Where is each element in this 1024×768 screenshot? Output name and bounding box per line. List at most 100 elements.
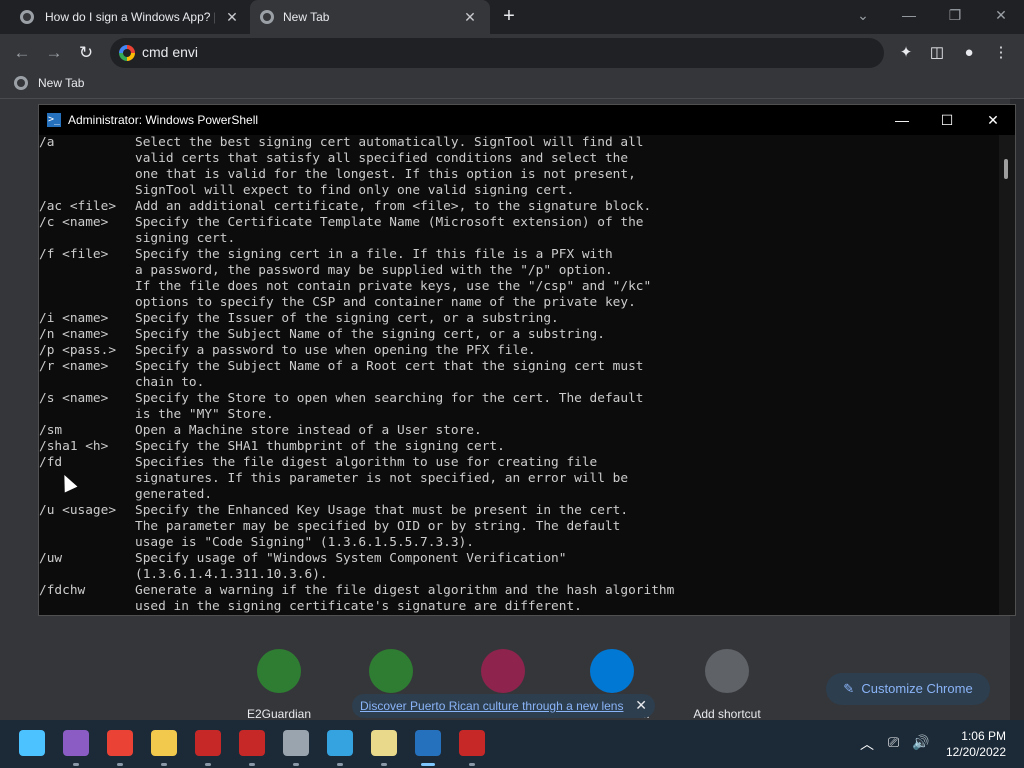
running-indicator [205,763,211,766]
console-line: a password, the password may be supplied… [39,263,999,279]
option-description: Specify the Issuer of the signing cert, … [135,311,559,326]
close-button[interactable]: ✕ [978,109,1008,131]
back-arrow-icon[interactable]: ← [10,42,34,64]
console-line: /sm Open a Machine store instead of a Use… [39,423,999,439]
running-indicator [421,763,435,766]
minimize-button[interactable]: — [893,4,925,26]
option-flag: /f <file> [39,247,109,262]
bookmark-new-tab[interactable]: New Tab [14,76,84,90]
option-description: a password, the password may be supplied… [135,263,613,278]
console-line: used in the signing certificate's signat… [39,599,999,615]
console-line: /ac <file> Add an additional certificate,… [39,199,999,215]
option-flag: /r <name> [39,359,109,374]
close-icon[interactable]: ✕ [635,697,647,714]
running-indicator [293,763,299,766]
console-line: SignTool will expect to find only one va… [39,183,999,199]
discover-link[interactable]: Discover Puerto Rican culture through a … [360,699,623,713]
discover-chip: Discover Puerto Rican culture through a … [352,694,655,718]
clock-date: 12/20/2022 [945,745,1006,759]
option-description: valid certs that satisfy all specified c… [135,151,629,166]
option-description: If the file does not contain private key… [135,279,652,294]
close-tab-icon[interactable]: ✕ [462,9,478,25]
running-indicator [117,763,123,766]
toolbox-app-3-icon[interactable] [459,730,485,756]
notepad-app-icon[interactable] [63,730,89,756]
taskbar: ︿ ⎚ 🔊 1:06 PM 12/20/2022 [0,720,1024,768]
console-line: /uw Specify usage of "Windows System Comp… [39,551,999,567]
volume-icon[interactable]: 🔊 [912,734,929,751]
profile-avatar-icon[interactable]: ● [958,42,980,64]
running-indicator [381,763,387,766]
console-scrollbar[interactable] [999,135,1015,615]
side-panel-icon[interactable]: ◫ [926,42,948,64]
shortcut-tile[interactable]: E2Guardian [224,649,334,721]
tab-how-to-sign[interactable]: How do I sign a Windows App? | ✕ [8,0,246,34]
option-description: Select the best signing cert automatical… [135,135,644,150]
option-description: usage is "Code Signing" (1.3.6.1.5.5.7.3… [135,535,474,550]
option-description: used in the signing certificate's signat… [135,599,582,614]
forward-arrow-icon[interactable]: → [42,42,66,64]
powershell-titlebar[interactable]: >_ Administrator: Windows PowerShell — ☐… [39,105,1015,135]
chevron-up-icon[interactable]: ︿ [860,734,874,754]
tab-new-tab[interactable]: New Tab ✕ [250,0,490,34]
start-icon[interactable] [19,730,45,756]
close-tab-icon[interactable]: ✕ [224,9,240,25]
console-line: /c <name> Specify the Certificate Templat… [39,215,999,231]
console-line: If the file does not contain private key… [39,279,999,295]
option-flag: /c <name> [39,215,109,230]
option-description: one that is valid for the longest. If th… [135,167,636,182]
option-flag: /fdchw [39,583,86,598]
maximize-button[interactable]: ☐ [932,109,962,131]
option-description: (1.3.6.1.4.1.311.10.3.6). [135,567,328,582]
console-line: /i <name> Specify the Issuer of the signi… [39,311,999,327]
option-description: SignTool will expect to find only one va… [135,183,575,198]
address-bar-text[interactable]: cmd envi [142,44,198,60]
console-line: /f <file> Specify the signing cert in a f… [39,247,999,263]
toolbox-app-1-icon[interactable] [195,730,221,756]
toolbox-app-2-icon[interactable] [239,730,265,756]
console-line: valid certs that satisfy all specified c… [39,151,999,167]
scrollbar-thumb[interactable] [1004,159,1008,179]
powershell-icon[interactable] [415,730,441,756]
option-description: Add an additional certificate, from <fil… [135,199,652,214]
restore-button[interactable]: ❐ [939,4,971,26]
option-description: Specify a password to use when opening t… [135,343,536,358]
close-window-button[interactable]: ✕ [985,4,1017,26]
console-line: The parameter may be specified by OID or… [39,519,999,535]
certificate-app-icon[interactable] [371,730,397,756]
system-clock[interactable]: 1:06 PM 12/20/2022 [946,728,1006,760]
console-line: signatures. If this parameter is not spe… [39,471,999,487]
chrome-icon[interactable] [107,730,133,756]
option-description: signing cert. [135,231,236,246]
add-shortcut-tile[interactable]: Add shortcut [672,649,782,721]
tab-strip: How do I sign a Windows App? | ✕ New Tab… [0,0,1024,34]
option-description: Specify the Certificate Template Name (M… [135,215,644,230]
console-line: /s <name> Specify the Store to open when … [39,391,999,407]
powershell-window: >_ Administrator: Windows PowerShell — ☐… [38,104,1016,616]
blue-app-icon[interactable] [327,730,353,756]
settings-icon[interactable] [283,730,309,756]
shortcut-favicon [481,649,525,693]
option-flag: /sha1 <h> [39,439,109,454]
network-icon[interactable]: ⎚ [888,734,899,751]
tab-search-icon[interactable]: ⌄ [847,4,879,26]
option-description: options to specify the CSP and container… [135,295,636,310]
minimize-button[interactable]: — [887,109,917,131]
reload-icon[interactable]: ↻ [74,42,98,64]
console-output[interactable]: /a Select the best signing cert automatic… [39,135,999,615]
running-indicator [337,763,343,766]
bookmarks-bar: New Tab [0,72,1024,99]
extensions-puzzle-icon[interactable]: ✦ [895,42,917,64]
console-line: /a Select the best signing cert automatic… [39,135,999,151]
console-line: /fd Specifies the file digest algorithm t… [39,455,999,471]
running-indicator [73,763,79,766]
file-explorer-icon[interactable] [151,730,177,756]
kebab-menu-icon[interactable]: ⋮ [990,42,1012,64]
shortcut-favicon [257,649,301,693]
powershell-icon: >_ [47,113,61,127]
address-bar[interactable]: cmd envi [110,38,884,68]
customize-chrome-button[interactable]: ✎ Customize Chrome [826,673,990,705]
shortcut-favicon [590,649,634,693]
new-tab-button[interactable]: + [498,5,520,27]
option-flag: /s <name> [39,391,109,406]
